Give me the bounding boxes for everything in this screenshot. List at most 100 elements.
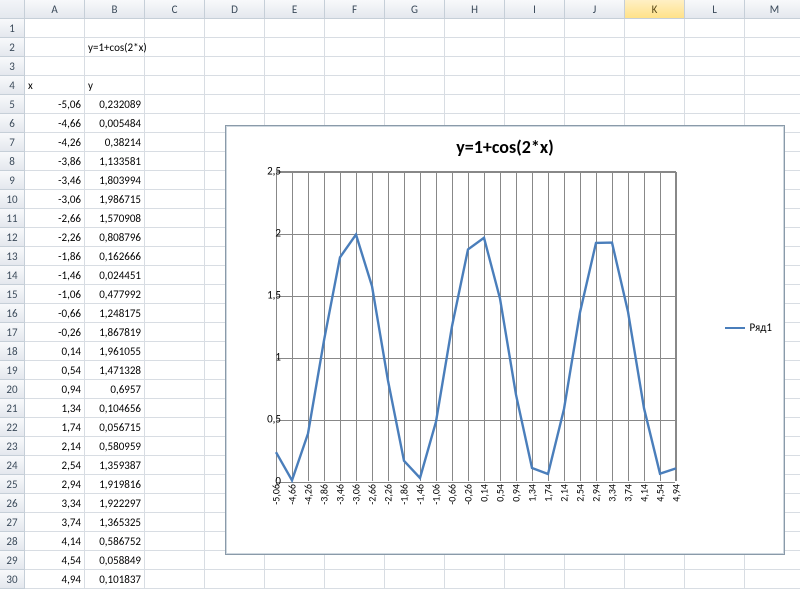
cell-I3[interactable] — [505, 57, 565, 76]
cell-M3[interactable] — [745, 57, 800, 76]
cell-B30[interactable]: 0,101837 — [85, 570, 145, 589]
cell-A7[interactable]: -4,26 — [25, 133, 85, 152]
cell-G1[interactable] — [385, 19, 445, 38]
cell-D4[interactable] — [205, 76, 265, 95]
cell-C19[interactable] — [145, 361, 205, 380]
cell-M30[interactable] — [745, 570, 800, 589]
cell-M1[interactable] — [745, 19, 800, 38]
cell-C15[interactable] — [145, 285, 205, 304]
cell-C21[interactable] — [145, 399, 205, 418]
cell-B7[interactable]: 0,38214 — [85, 133, 145, 152]
cell-A1[interactable] — [25, 19, 85, 38]
cell-A17[interactable]: -0,26 — [25, 323, 85, 342]
row-header-5[interactable]: 5 — [0, 95, 25, 114]
row-header-16[interactable]: 16 — [0, 304, 25, 323]
cell-A25[interactable]: 2,94 — [25, 475, 85, 494]
cell-A14[interactable]: -1,46 — [25, 266, 85, 285]
cell-A10[interactable]: -3,06 — [25, 190, 85, 209]
row-header-20[interactable]: 20 — [0, 380, 25, 399]
cell-H30[interactable] — [445, 570, 505, 589]
row-header-10[interactable]: 10 — [0, 190, 25, 209]
cell-B17[interactable]: 1,867819 — [85, 323, 145, 342]
cell-I30[interactable] — [505, 570, 565, 589]
cell-J3[interactable] — [565, 57, 625, 76]
cell-F1[interactable] — [325, 19, 385, 38]
cell-A15[interactable]: -1,06 — [25, 285, 85, 304]
cell-M5[interactable] — [745, 95, 800, 114]
cell-G30[interactable] — [385, 570, 445, 589]
cell-B11[interactable]: 1,570908 — [85, 209, 145, 228]
row-header-26[interactable]: 26 — [0, 494, 25, 513]
cell-C27[interactable] — [145, 513, 205, 532]
cell-E5[interactable] — [265, 95, 325, 114]
cell-I1[interactable] — [505, 19, 565, 38]
row-header-18[interactable]: 18 — [0, 342, 25, 361]
cell-C23[interactable] — [145, 437, 205, 456]
cell-K5[interactable] — [625, 95, 685, 114]
cell-D3[interactable] — [205, 57, 265, 76]
row-header-6[interactable]: 6 — [0, 114, 25, 133]
cell-H2[interactable] — [445, 38, 505, 57]
cell-A6[interactable]: -4,66 — [25, 114, 85, 133]
cell-C5[interactable] — [145, 95, 205, 114]
row-header-28[interactable]: 28 — [0, 532, 25, 551]
cell-J4[interactable] — [565, 76, 625, 95]
cell-E1[interactable] — [265, 19, 325, 38]
row-header-23[interactable]: 23 — [0, 437, 25, 456]
cell-L30[interactable] — [685, 570, 745, 589]
row-header-2[interactable]: 2 — [0, 38, 25, 57]
cell-A4[interactable]: x — [25, 76, 85, 95]
cell-B23[interactable]: 0,580959 — [85, 437, 145, 456]
cell-H1[interactable] — [445, 19, 505, 38]
row-header-15[interactable]: 15 — [0, 285, 25, 304]
cell-A9[interactable]: -3,46 — [25, 171, 85, 190]
cell-B2[interactable]: y=1+cos(2*x) — [85, 38, 145, 57]
cell-E30[interactable] — [265, 570, 325, 589]
row-header-12[interactable]: 12 — [0, 228, 25, 247]
col-header-E[interactable]: E — [265, 0, 325, 19]
cell-C26[interactable] — [145, 494, 205, 513]
cell-A26[interactable]: 3,34 — [25, 494, 85, 513]
cell-B21[interactable]: 0,104656 — [85, 399, 145, 418]
cell-I4[interactable] — [505, 76, 565, 95]
row-header-29[interactable]: 29 — [0, 551, 25, 570]
cell-I2[interactable] — [505, 38, 565, 57]
row-header-27[interactable]: 27 — [0, 513, 25, 532]
cell-L1[interactable] — [685, 19, 745, 38]
cell-B12[interactable]: 0,808796 — [85, 228, 145, 247]
cell-C11[interactable] — [145, 209, 205, 228]
cell-M4[interactable] — [745, 76, 800, 95]
cell-B4[interactable]: y — [85, 76, 145, 95]
cell-C4[interactable] — [145, 76, 205, 95]
cell-A28[interactable]: 4,14 — [25, 532, 85, 551]
cell-C13[interactable] — [145, 247, 205, 266]
cell-A16[interactable]: -0,66 — [25, 304, 85, 323]
col-header-M[interactable]: M — [745, 0, 800, 19]
cell-A18[interactable]: 0,14 — [25, 342, 85, 361]
cell-A8[interactable]: -3,86 — [25, 152, 85, 171]
col-header-K[interactable]: K — [625, 0, 685, 19]
cell-C3[interactable] — [145, 57, 205, 76]
cell-B24[interactable]: 1,359387 — [85, 456, 145, 475]
cell-C2[interactable] — [145, 38, 205, 57]
row-header-24[interactable]: 24 — [0, 456, 25, 475]
cell-C28[interactable] — [145, 532, 205, 551]
cell-F30[interactable] — [325, 570, 385, 589]
cell-L5[interactable] — [685, 95, 745, 114]
cell-C30[interactable] — [145, 570, 205, 589]
row-header-3[interactable]: 3 — [0, 57, 25, 76]
cell-B29[interactable]: 0,058849 — [85, 551, 145, 570]
row-header-11[interactable]: 11 — [0, 209, 25, 228]
cell-B1[interactable] — [85, 19, 145, 38]
cell-F5[interactable] — [325, 95, 385, 114]
chart[interactable]: y=1+cos(2*x) 00,511,522,5-5,06-4,66-4,26… — [225, 125, 785, 555]
col-header-A[interactable]: A — [25, 0, 85, 19]
cell-A5[interactable]: -5,06 — [25, 95, 85, 114]
cell-H4[interactable] — [445, 76, 505, 95]
cell-D30[interactable] — [205, 570, 265, 589]
cell-F3[interactable] — [325, 57, 385, 76]
cell-C7[interactable] — [145, 133, 205, 152]
cell-J2[interactable] — [565, 38, 625, 57]
col-header-F[interactable]: F — [325, 0, 385, 19]
cell-A24[interactable]: 2,54 — [25, 456, 85, 475]
